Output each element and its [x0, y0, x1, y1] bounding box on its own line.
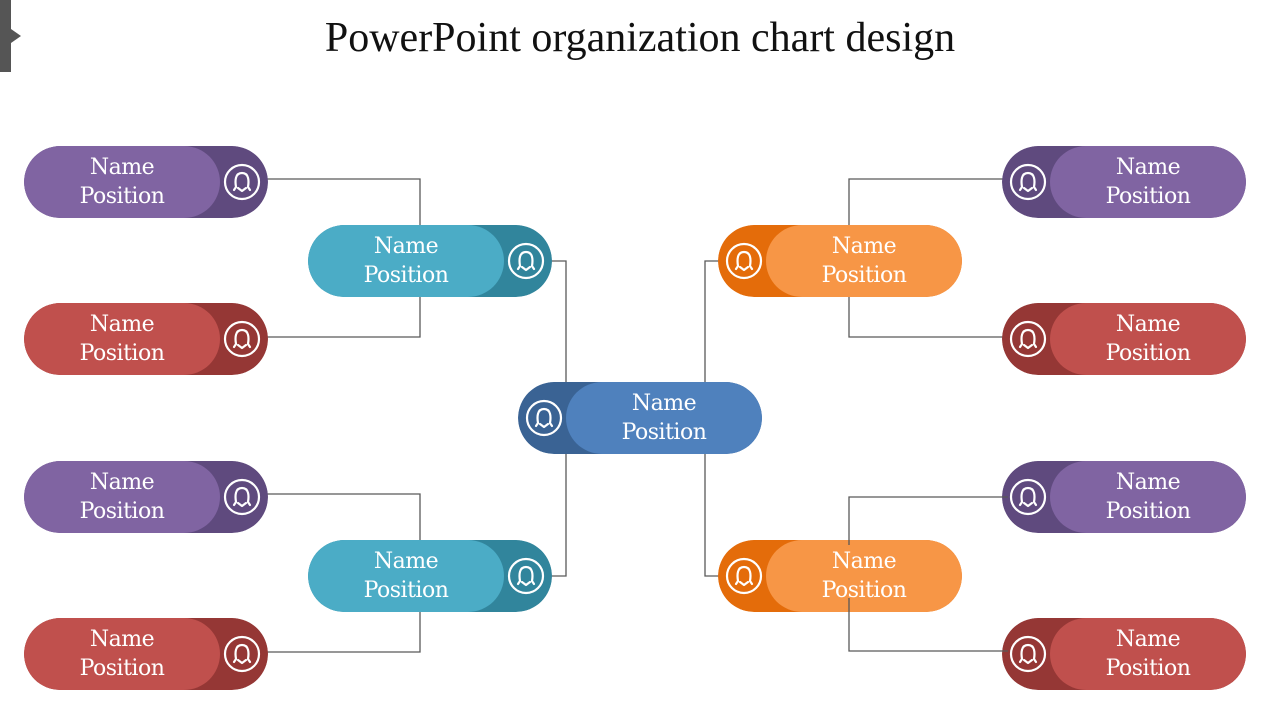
node-body: Name Position: [1050, 461, 1246, 533]
node-position: Position: [79, 499, 165, 524]
node-position: Position: [1105, 184, 1191, 209]
node-leaf-r2[interactable]: Name Position: [1002, 303, 1246, 375]
connector-leaf-l4: [262, 608, 421, 653]
node-name: Name: [89, 155, 155, 180]
node-leaf-l3[interactable]: Name Position: [24, 461, 268, 533]
node-leaf-l4[interactable]: Name Position: [24, 618, 268, 690]
node-left-upper-manager[interactable]: Name Position: [308, 225, 552, 297]
node-leaf-r4[interactable]: Name Position: [1002, 618, 1246, 690]
connector-leaf-r2: [848, 294, 1008, 338]
node-position: Position: [79, 656, 165, 681]
node-name: Name: [1115, 155, 1181, 180]
node-leaf-l1[interactable]: Name Position: [24, 146, 268, 218]
node-position: Position: [621, 420, 707, 445]
connector-leaf-l2: [262, 294, 421, 338]
node-position: Position: [79, 184, 165, 209]
node-body: Name Position: [24, 461, 220, 533]
user-icon: [223, 163, 261, 201]
node-right-upper-manager[interactable]: Name Position: [718, 225, 962, 297]
node-root[interactable]: Name Position: [518, 382, 762, 454]
node-name: Name: [89, 627, 155, 652]
node-leaf-l2[interactable]: Name Position: [24, 303, 268, 375]
node-body: Name Position: [766, 225, 962, 297]
node-name: Name: [1115, 312, 1181, 337]
user-icon: [1009, 320, 1047, 358]
node-right-lower-manager[interactable]: Name Position: [718, 540, 962, 612]
node-left-lower-manager[interactable]: Name Position: [308, 540, 552, 612]
node-position: Position: [79, 341, 165, 366]
node-position: Position: [821, 578, 907, 603]
node-name: Name: [1115, 470, 1181, 495]
user-icon: [223, 320, 261, 358]
node-name: Name: [373, 549, 439, 574]
node-name: Name: [831, 234, 897, 259]
user-icon: [725, 557, 763, 595]
node-position: Position: [1105, 656, 1191, 681]
node-name: Name: [831, 549, 897, 574]
node-body: Name Position: [308, 225, 504, 297]
node-position: Position: [1105, 341, 1191, 366]
user-icon: [725, 242, 763, 280]
connector-left-upper: [546, 260, 567, 385]
user-icon: [223, 478, 261, 516]
user-icon: [525, 399, 563, 437]
node-body: Name Position: [1050, 146, 1246, 218]
node-name: Name: [89, 312, 155, 337]
connector-right-upper: [704, 260, 724, 385]
user-icon: [223, 635, 261, 673]
user-icon: [507, 557, 545, 595]
user-icon: [1009, 478, 1047, 516]
node-position: Position: [821, 263, 907, 288]
node-body: Name Position: [24, 146, 220, 218]
node-body: Name Position: [766, 540, 962, 612]
node-name: Name: [373, 234, 439, 259]
node-name: Name: [89, 470, 155, 495]
node-body: Name Position: [308, 540, 504, 612]
node-leaf-r3[interactable]: Name Position: [1002, 461, 1246, 533]
node-position: Position: [1105, 499, 1191, 524]
node-position: Position: [363, 263, 449, 288]
node-body: Name Position: [566, 382, 762, 454]
node-leaf-r1[interactable]: Name Position: [1002, 146, 1246, 218]
connector-leaf-r1: [848, 178, 1008, 228]
connector-leaf-l1: [262, 178, 421, 228]
node-position: Position: [363, 578, 449, 603]
node-body: Name Position: [1050, 618, 1246, 690]
user-icon: [1009, 163, 1047, 201]
node-name: Name: [1115, 627, 1181, 652]
connector-left-lower: [546, 452, 567, 577]
node-body: Name Position: [1050, 303, 1246, 375]
connector-leaf-l3: [262, 493, 421, 543]
connector-right-lower: [704, 452, 724, 577]
user-icon: [1009, 635, 1047, 673]
node-name: Name: [631, 391, 697, 416]
node-body: Name Position: [24, 303, 220, 375]
user-icon: [507, 242, 545, 280]
node-body: Name Position: [24, 618, 220, 690]
